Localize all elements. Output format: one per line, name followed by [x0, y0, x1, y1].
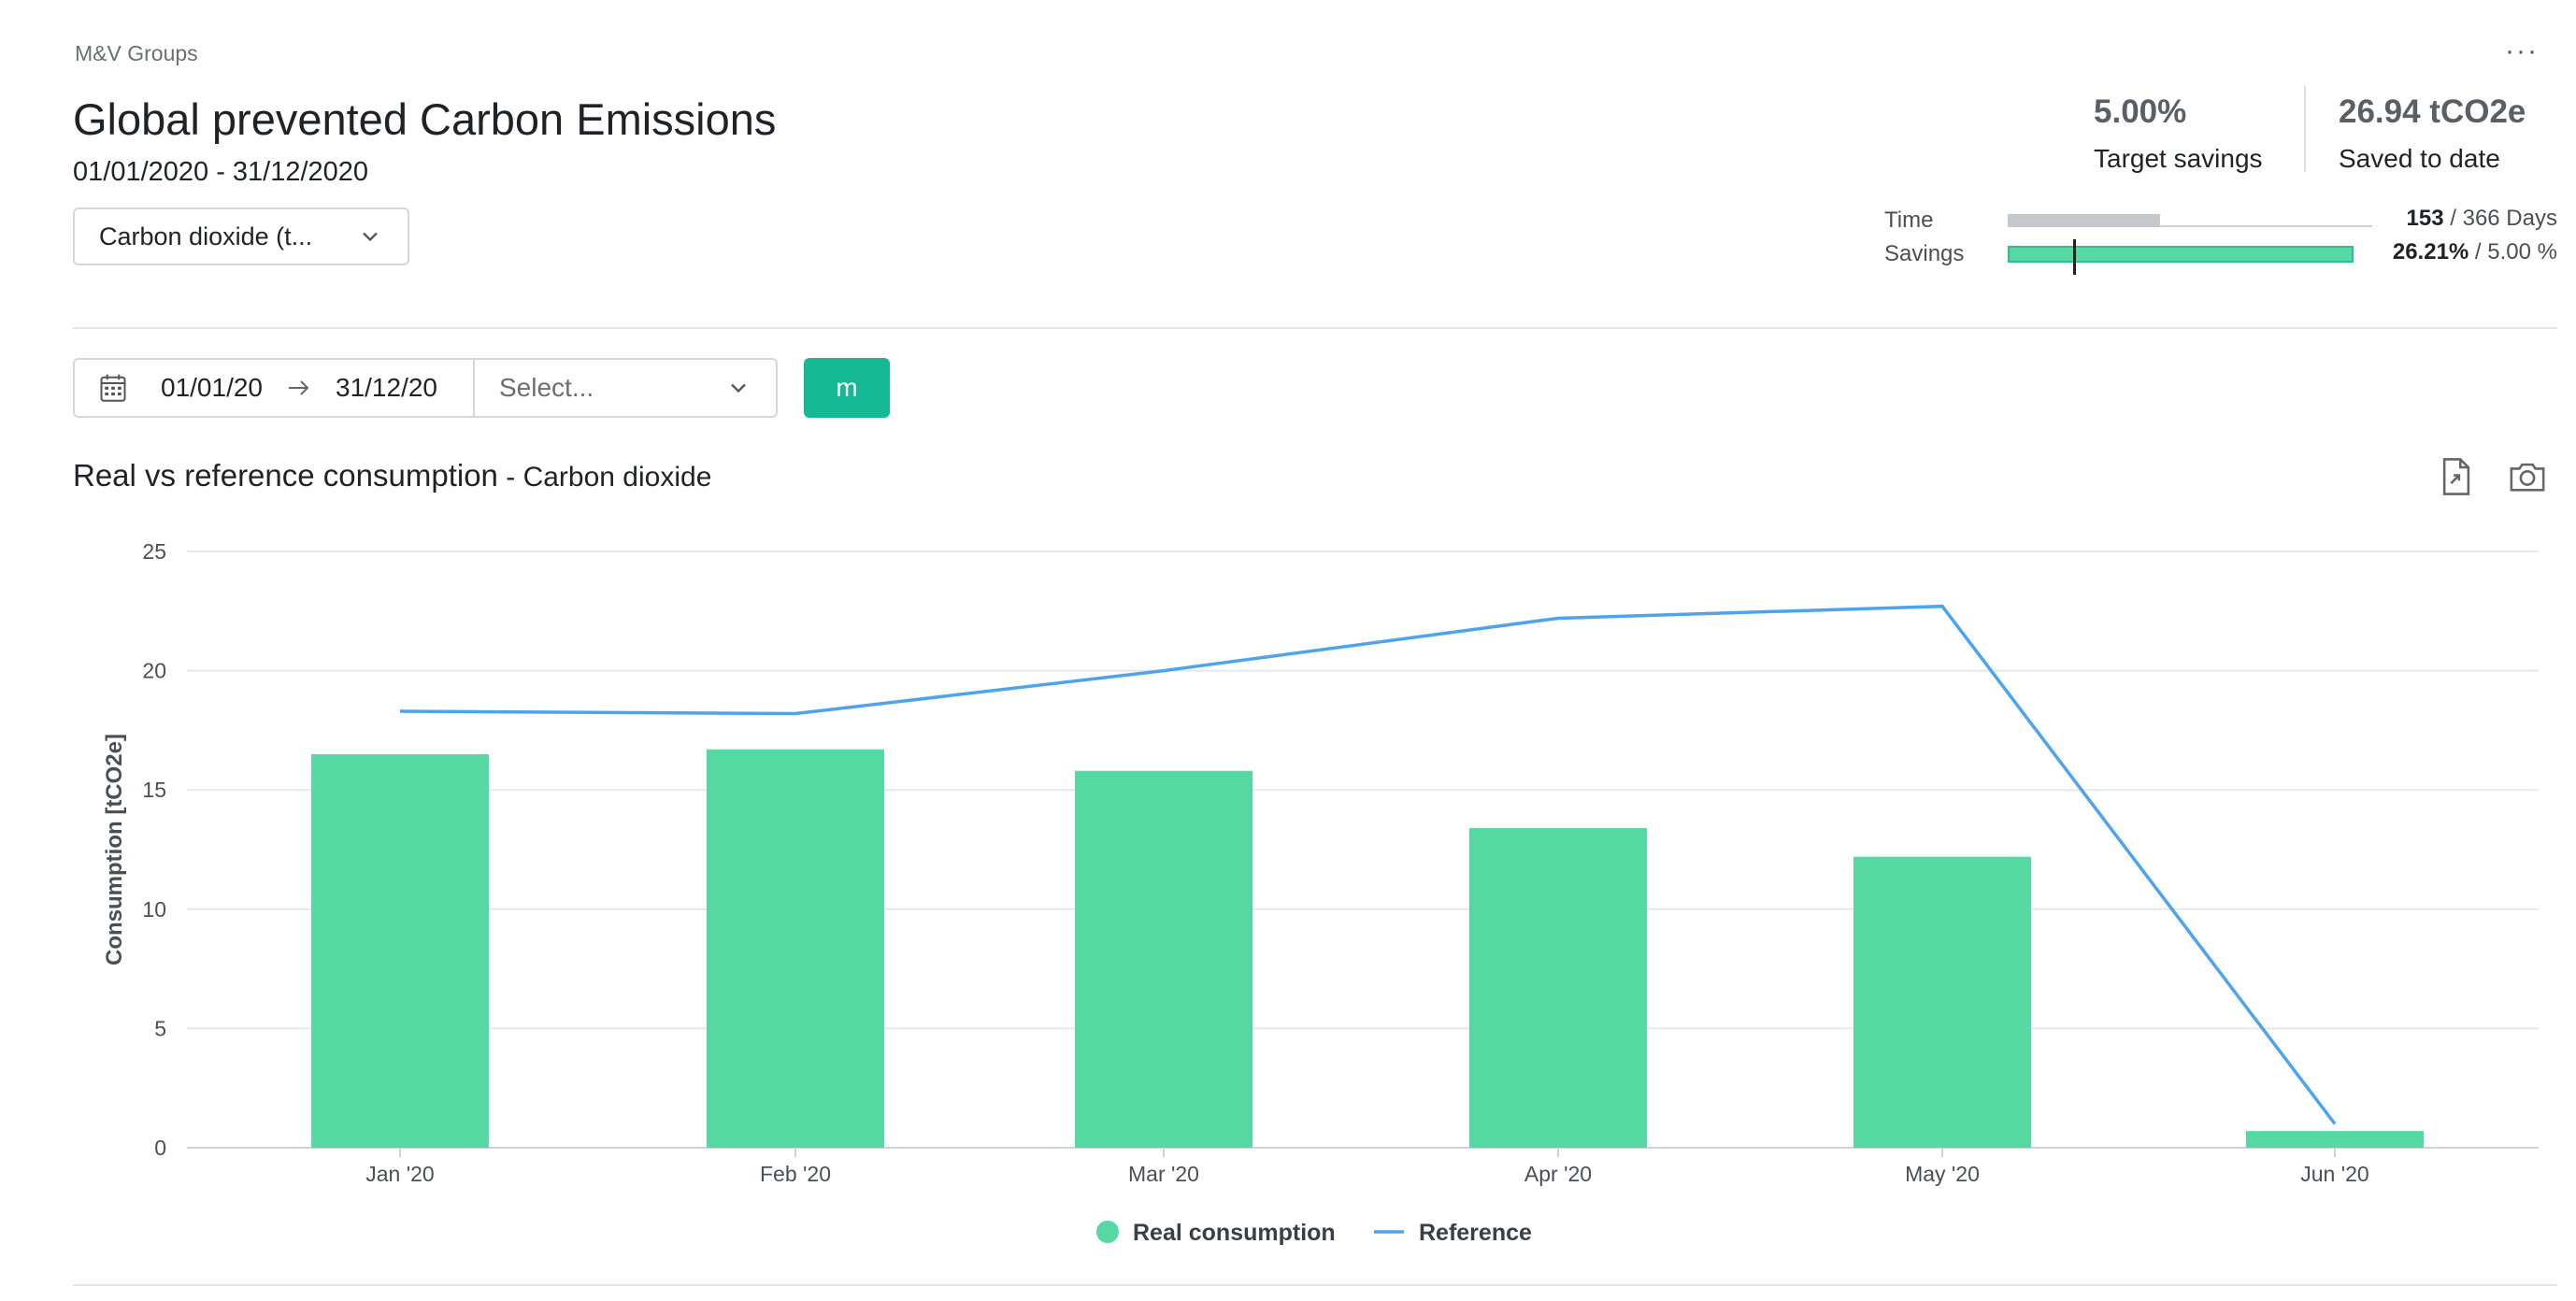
- more-options-icon[interactable]: ···: [2505, 36, 2539, 67]
- time-current: 153: [2406, 206, 2444, 231]
- kpi-divider: [2304, 86, 2306, 172]
- kpi-target-label: Target savings: [2094, 144, 2263, 173]
- export-document-icon[interactable]: [2440, 458, 2473, 495]
- x-tick-label: May '20: [1905, 1162, 1980, 1186]
- period-range: 01/01/2020 - 31/12/2020: [73, 157, 369, 187]
- y-tick-label: 0: [154, 1136, 166, 1160]
- kpi-saved-label: Saved to date: [2339, 144, 2500, 173]
- header-divider: [73, 327, 2557, 329]
- y-tick-label: 20: [142, 659, 166, 683]
- chevron-down-icon: [363, 232, 378, 242]
- savings-target-marker: [2073, 239, 2076, 275]
- footer-divider: [73, 1284, 2557, 1286]
- bar-4: [1469, 828, 1647, 1148]
- legend-real-marker: [1096, 1221, 1119, 1243]
- end-date-input[interactable]: 31/12/20: [336, 373, 437, 403]
- date-range-picker[interactable]: 01/01/20 31/12/20 Select...: [73, 358, 778, 418]
- x-tick-label: Feb '20: [760, 1162, 831, 1186]
- kpi-saved-value: 26.94 tCO2e: [2339, 93, 2526, 130]
- breadcrumb[interactable]: M&V Groups: [75, 41, 198, 66]
- legend-reference: Reference: [1419, 1220, 1532, 1246]
- arrow-right-icon: [289, 380, 309, 395]
- bar-6: [2246, 1131, 2424, 1148]
- y-tick-label: 5: [154, 1016, 166, 1040]
- reference-line: [399, 604, 2337, 1125]
- time-progress-label: Time: [1884, 207, 1934, 233]
- chart-title: Real vs reference consumption - Carbon d…: [73, 458, 711, 493]
- bar-3: [1075, 770, 1252, 1148]
- period-select-placeholder: Select...: [499, 373, 594, 402]
- time-progress-bar: [2008, 214, 2372, 227]
- period-select[interactable]: Select...: [475, 373, 776, 403]
- start-date-input[interactable]: 01/01/20: [161, 373, 263, 403]
- savings-progress-value: 26.21% / 5.00 %: [2393, 239, 2557, 265]
- savings-current: 26.21%: [2392, 239, 2469, 264]
- savings-progress-bar: [2008, 246, 2354, 263]
- y-axis-label: Consumption [tCO2e]: [102, 734, 127, 965]
- bar-1: [311, 753, 489, 1148]
- bar-2: [707, 749, 884, 1148]
- kpi-target-value: 5.00%: [2094, 93, 2187, 130]
- unit-select-value: Carbon dioxide (t...: [99, 222, 313, 250]
- y-tick-label: 15: [142, 778, 166, 802]
- time-progress-fill: [2008, 214, 2161, 227]
- chevron-down-icon: [731, 383, 746, 393]
- chart-title-separator: -: [497, 462, 523, 493]
- page-title: Global prevented Carbon Emissions: [73, 94, 777, 144]
- chart-subtitle: Carbon dioxide: [522, 462, 712, 493]
- consumption-chart: 0 5 10 15 20 25 Consumption [tCO2e] Jan '20 Feb …: [102, 539, 2539, 1246]
- bar-5: [1853, 856, 2031, 1148]
- savings-progress-label: Savings: [1884, 241, 1965, 266]
- granularity-month-button[interactable]: m: [804, 358, 890, 418]
- calendar-icon[interactable]: [99, 372, 127, 404]
- time-progress-value: 153 / 366 Days: [2407, 206, 2557, 232]
- savings-total: / 5.00 %: [2469, 239, 2557, 264]
- chart-title-main: Real vs reference consumption: [73, 458, 498, 493]
- y-tick-label: 10: [142, 897, 166, 922]
- unit-select[interactable]: Carbon dioxide (t...: [73, 207, 409, 265]
- x-tick-label: Mar '20: [1128, 1162, 1199, 1186]
- time-total: / 366 Days: [2443, 206, 2557, 231]
- x-tick-label: Jan '20: [365, 1162, 434, 1186]
- kpi-saved-to-date: 26.94 tCO2e Saved to date: [2339, 93, 2526, 174]
- camera-icon[interactable]: [2509, 460, 2546, 493]
- kpi-target-savings: 5.00% Target savings: [2094, 93, 2263, 174]
- y-tick-label: 25: [142, 539, 166, 564]
- x-tick-label: Jun '20: [2300, 1162, 2368, 1186]
- legend-real-consumption: Real consumption: [1133, 1220, 1336, 1246]
- x-tick-label: Apr '20: [1524, 1162, 1592, 1186]
